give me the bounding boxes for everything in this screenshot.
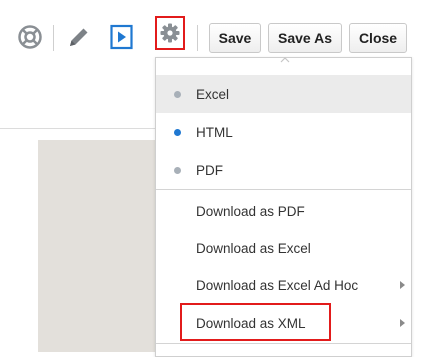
pencil-icon[interactable] (64, 22, 94, 52)
menu-item-label: HTML (196, 124, 233, 140)
settings-dropdown-menu: Excel HTML PDF Download as PDF Download … (155, 57, 412, 357)
gear-icon (160, 23, 180, 43)
menu-item-label: Download as Excel Ad Hoc (196, 277, 359, 293)
menu-divider (156, 343, 411, 344)
menu-item-download-excel-ad-hoc[interactable]: Download as Excel Ad Hoc (156, 266, 411, 304)
toolbar-divider (197, 25, 198, 51)
format-option-excel[interactable]: Excel (156, 75, 411, 113)
save-as-button[interactable]: Save As (268, 23, 342, 53)
radio-dot-icon (174, 166, 181, 174)
menu-item-download-excel[interactable]: Download as Excel (156, 229, 411, 267)
save-button[interactable]: Save (209, 23, 261, 53)
close-button[interactable]: Close (349, 23, 407, 53)
lifebuoy-icon[interactable] (15, 22, 45, 52)
page-margin (0, 140, 39, 352)
menu-item-label: Download as Excel (196, 240, 311, 256)
chevron-right-icon (400, 281, 405, 289)
menu-item-label: Download as PDF (196, 203, 305, 219)
format-option-pdf[interactable]: PDF (156, 151, 411, 189)
radio-dot-icon (174, 128, 181, 136)
menu-item-download-xml[interactable]: Download as XML (156, 304, 411, 342)
chevron-right-icon (400, 319, 405, 327)
menu-divider (156, 189, 411, 190)
radio-dot-icon (174, 90, 181, 98)
format-option-html[interactable]: HTML (156, 113, 411, 151)
report-canvas (38, 140, 158, 352)
gear-button[interactable] (155, 16, 185, 50)
chevron-up-icon (280, 57, 290, 63)
header-divider (0, 128, 155, 129)
menu-item-download-pdf[interactable]: Download as PDF (156, 192, 411, 230)
toolbar-divider (53, 25, 54, 51)
menu-item-label: PDF (196, 162, 223, 178)
menu-item-label: Excel (196, 86, 230, 102)
menu-item-label: Download as XML (196, 315, 306, 331)
play-icon[interactable] (107, 22, 137, 52)
